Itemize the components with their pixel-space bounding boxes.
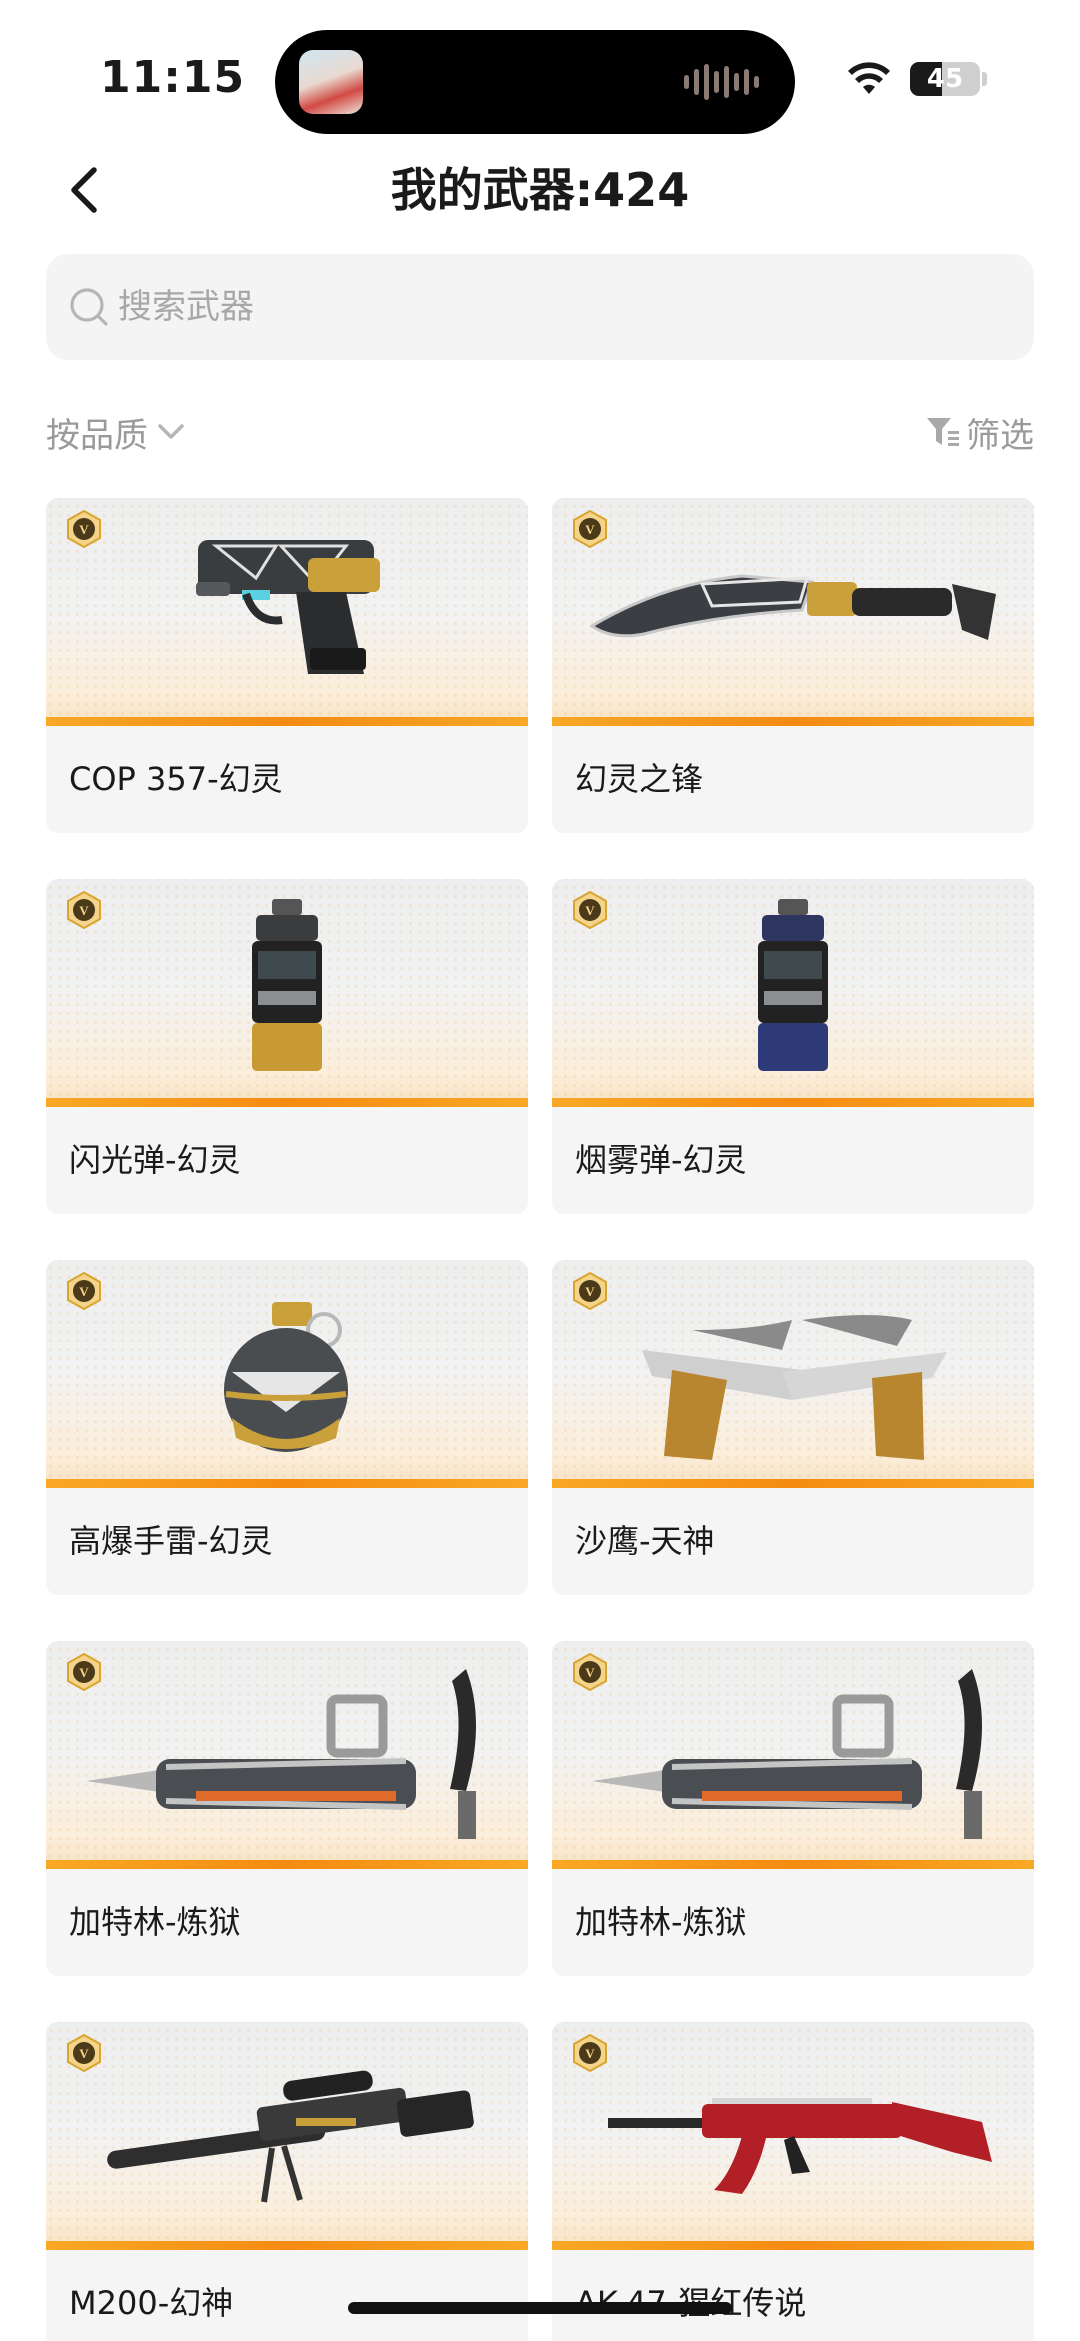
search-input[interactable] (118, 254, 998, 360)
weapon-image: V (552, 498, 1034, 726)
search-bar[interactable] (46, 254, 1034, 360)
weapon-image: V (46, 1641, 528, 1869)
sort-label: 按品质 (46, 415, 148, 456)
weapon-card[interactable]: V 高爆手雷-幻灵 (46, 1260, 528, 1595)
vip-badge-icon: V (573, 1272, 607, 1310)
svg-text:V: V (79, 522, 89, 537)
vip-badge-icon: V (67, 2034, 101, 2072)
search-icon (70, 288, 108, 326)
weapon-card[interactable]: V M200-幻神 (46, 2022, 528, 2341)
weapon-image: V (46, 1260, 528, 1488)
vip-badge-icon: V (67, 1653, 101, 1691)
weapon-card[interactable]: V 幻灵之锋 (552, 498, 1034, 833)
rarity-stripe (552, 2241, 1034, 2250)
vip-badge-icon: V (573, 2034, 607, 2072)
rarity-stripe (46, 1098, 528, 1107)
rarity-stripe (46, 717, 528, 726)
vip-badge-icon: V (67, 510, 101, 548)
gatling-weapon-art (86, 1669, 476, 1839)
vip-badge-icon: V (573, 891, 607, 929)
page-title: 我的武器:424 (390, 163, 690, 217)
filter-label: 筛选 (966, 415, 1034, 456)
rarity-stripe (46, 2241, 528, 2250)
weapon-name: M200-幻神 (69, 2284, 234, 2322)
rarity-stripe (552, 717, 1034, 726)
weapon-card[interactable]: V 烟雾弹-幻灵 (552, 879, 1034, 1214)
weapon-name: AK-47-猩红传说 (575, 2250, 806, 2341)
home-indicator[interactable] (348, 2302, 732, 2314)
rarity-stripe (46, 1479, 528, 1488)
weapon-grid: V COP 357-幻灵 V 幻灵之锋 V 闪光弹-幻灵 V 烟雾弹-幻灵 V … (46, 498, 1034, 2341)
filter-funnel-icon (927, 418, 959, 446)
weapon-image: V (46, 2022, 528, 2250)
vip-badge-icon: V (573, 1653, 607, 1691)
svg-text:V: V (585, 1665, 595, 1680)
gatling-weapon-art (592, 1669, 982, 1839)
weapon-image: V (46, 498, 528, 726)
weapon-image: V (552, 1641, 1034, 1869)
weapon-name: 加特林-炼狱 (575, 1903, 747, 1941)
wifi-icon (848, 62, 890, 94)
dynamic-island[interactable] (275, 30, 795, 134)
weapon-card[interactable]: V 闪光弹-幻灵 (46, 879, 528, 1214)
grenade-weapon-art (224, 1302, 348, 1452)
weapon-image: V (552, 1260, 1034, 1488)
svg-text:V: V (585, 522, 595, 537)
svg-text:V: V (585, 903, 595, 918)
smoke-weapon-art (758, 899, 828, 1071)
filter-button[interactable]: 筛选 (924, 406, 1034, 458)
weapon-name: 闪光弹-幻灵 (69, 1141, 241, 1179)
svg-text:V: V (585, 2046, 595, 2061)
vip-badge-icon: V (573, 510, 607, 548)
weapon-image: V (552, 879, 1034, 1107)
now-playing-app-icon (299, 50, 363, 114)
weapon-name: 加特林-炼狱 (69, 1903, 241, 1941)
weapon-name: COP 357-幻灵 (69, 760, 283, 798)
svg-text:V: V (585, 1284, 595, 1299)
kukri-weapon-art (589, 574, 996, 640)
weapon-image: V (46, 879, 528, 1107)
svg-text:V: V (79, 1665, 89, 1680)
svg-text:V: V (79, 903, 89, 918)
weapon-name: 幻灵之锋 (575, 760, 704, 798)
weapon-card[interactable]: V AK-47-猩红传说 (552, 2022, 1034, 2341)
weapon-card[interactable]: V COP 357-幻灵 (46, 498, 528, 833)
battery-cap (982, 72, 987, 86)
ak47-weapon-art (608, 2098, 992, 2194)
sniper-weapon-art (107, 2070, 474, 2203)
status-bar: 11:15 45 (0, 0, 1080, 150)
rarity-stripe (552, 1479, 1034, 1488)
weapon-card[interactable]: V 沙鹰-天神 (552, 1260, 1034, 1595)
rarity-stripe (552, 1098, 1034, 1107)
svg-text:V: V (79, 2046, 89, 2061)
rarity-stripe (46, 1860, 528, 1869)
deagle-weapon-art (642, 1315, 947, 1460)
audio-waveform-icon (684, 64, 759, 100)
weapon-name: 高爆手雷-幻灵 (69, 1522, 273, 1560)
status-time: 11:15 (100, 52, 246, 103)
chevron-down-icon (158, 424, 184, 439)
vip-badge-icon: V (67, 1272, 101, 1310)
sort-by-quality-dropdown[interactable]: 按品质 (46, 406, 188, 458)
weapon-card[interactable]: V 加特林-炼狱 (552, 1641, 1034, 1976)
weapon-name: 沙鹰-天神 (575, 1522, 715, 1560)
pistol-weapon-art (196, 540, 380, 674)
weapon-card[interactable]: V 加特林-炼狱 (46, 1641, 528, 1976)
rarity-stripe (552, 1860, 1034, 1869)
weapon-image: V (552, 2022, 1034, 2250)
back-button[interactable] (56, 160, 116, 220)
battery-percent: 45 (926, 64, 964, 94)
weapon-name: 烟雾弹-幻灵 (575, 1141, 747, 1179)
vip-badge-icon: V (67, 891, 101, 929)
flashbang-weapon-art (252, 899, 322, 1071)
svg-text:V: V (79, 1284, 89, 1299)
battery-icon: 45 (910, 62, 980, 96)
